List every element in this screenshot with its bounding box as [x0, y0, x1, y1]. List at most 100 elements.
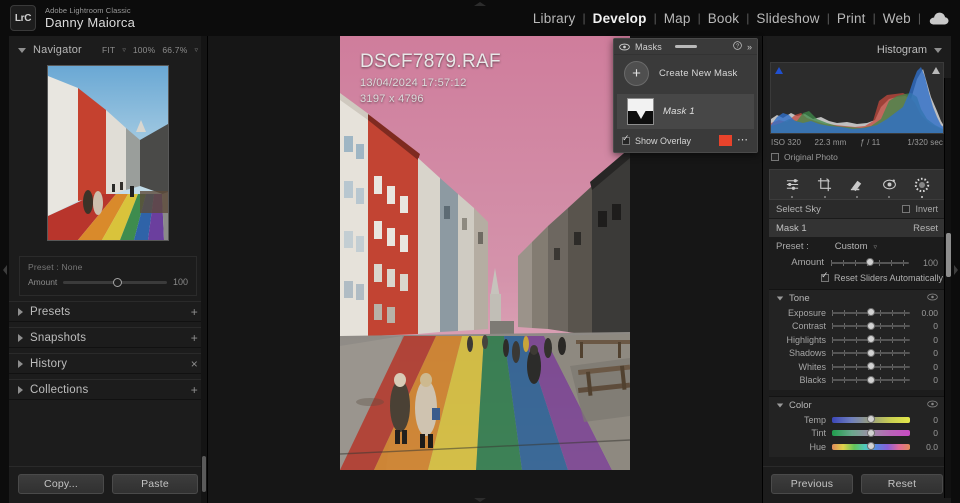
slider-track[interactable] [832, 442, 910, 451]
module-develop[interactable]: Develop [586, 11, 654, 26]
left-panel-scrollbar[interactable] [201, 36, 207, 503]
navigator-fit-dropdown-icon[interactable]: ▿ [122, 46, 126, 54]
chevron-double-right-icon[interactable]: » [747, 42, 752, 52]
tone-section-header[interactable]: Tone [769, 290, 945, 306]
module-print[interactable]: Print [830, 11, 873, 26]
slider-track[interactable] [832, 308, 910, 317]
mask-preset-row[interactable]: Preset : Custom ▿ [769, 239, 945, 254]
collections-add-icon[interactable]: + [191, 383, 198, 397]
module-slideshow[interactable]: Slideshow [749, 11, 826, 26]
slider-knob[interactable] [867, 442, 875, 451]
overlay-color-swatch[interactable] [719, 135, 732, 146]
slider-blacks[interactable]: Blacks 0 [769, 374, 945, 388]
slider-highlights[interactable]: Highlights 0 [769, 333, 945, 347]
invert-checkbox[interactable] [902, 205, 911, 213]
slider-knob[interactable] [867, 335, 875, 344]
masks-panel[interactable]: Masks ? » + Create New Mask Mask 1 Show … [613, 38, 758, 153]
reset-button[interactable]: Reset [861, 474, 943, 494]
spot-removal-icon[interactable] [846, 173, 868, 198]
slider-track[interactable] [832, 428, 910, 437]
slider-whites[interactable]: Whites 0 [769, 360, 945, 374]
reset-sliders-row[interactable]: Reset Sliders Automatically [769, 271, 945, 283]
help-icon[interactable]: ? [733, 41, 742, 52]
module-book[interactable]: Book [701, 11, 747, 26]
cloud-icon[interactable] [929, 12, 949, 25]
amount-slider-knob[interactable] [113, 277, 123, 287]
slider-temp[interactable]: Temp 0 [769, 413, 945, 427]
crop-overlay-icon[interactable] [814, 173, 836, 198]
navigator-thumbnail[interactable] [47, 65, 169, 241]
plus-icon[interactable]: + [624, 61, 649, 86]
slider-track[interactable] [832, 375, 910, 384]
module-map[interactable]: Map [657, 11, 698, 26]
masking-icon[interactable] [911, 173, 933, 198]
visibility-icon[interactable] [927, 293, 938, 304]
chevron-down-icon[interactable] [776, 403, 784, 407]
slider-knob[interactable] [867, 375, 875, 384]
show-overlay-row[interactable]: Show Overlay ⋯ [614, 129, 757, 152]
red-eye-icon[interactable] [878, 173, 900, 198]
mask-reset-button[interactable]: Reset [913, 223, 938, 234]
mask-amount-slider[interactable] [831, 258, 909, 266]
masks-panel-header[interactable]: Masks ? » [614, 39, 757, 55]
slider-track[interactable] [832, 415, 910, 424]
create-new-mask-button[interactable]: + Create New Mask [614, 61, 757, 94]
masks-panel-drag-handle[interactable] [674, 45, 697, 48]
slider-track[interactable] [832, 348, 910, 357]
slider-track[interactable] [832, 321, 910, 330]
slider-track[interactable] [832, 335, 910, 344]
slider-tint[interactable]: Tint 0 [769, 427, 945, 441]
navigator-fit-label[interactable]: FIT [102, 45, 115, 55]
show-overlay-checkbox[interactable] [622, 134, 630, 145]
histogram[interactable] [770, 62, 944, 134]
slider-knob[interactable] [866, 258, 874, 266]
slider-knob[interactable] [867, 415, 875, 424]
module-web[interactable]: Web [876, 11, 918, 26]
slider-knob[interactable] [867, 321, 875, 330]
eye-icon[interactable] [619, 38, 630, 56]
original-photo-row[interactable]: Original Photo [771, 152, 943, 162]
chevron-down-icon[interactable] [776, 296, 784, 300]
navigator-zoom-dropdown-icon[interactable]: ▿ [194, 46, 198, 54]
navigator-zoom-667[interactable]: 66.7% [162, 45, 187, 55]
slider-knob[interactable] [867, 428, 875, 437]
basic-adjust-icon[interactable] [781, 173, 803, 198]
slider-knob[interactable] [867, 362, 875, 371]
color-section-header[interactable]: Color [769, 397, 945, 413]
chevron-down-icon[interactable]: ▿ [873, 243, 877, 251]
presets-add-icon[interactable]: + [191, 305, 198, 319]
previous-button[interactable]: Previous [771, 474, 853, 494]
slider-exposure[interactable]: Exposure 0.00 [769, 306, 945, 320]
sidebar-item-history[interactable]: History × [9, 353, 207, 374]
original-photo-checkbox[interactable] [771, 153, 779, 161]
copy-button[interactable]: Copy... [18, 474, 104, 494]
bottom-panel-collapse-toggle[interactable] [474, 498, 486, 502]
mask-list-item[interactable]: Mask 1 [617, 94, 754, 129]
navigator-zoom-100[interactable]: 100% [133, 45, 156, 55]
left-panel-scrollbar-thumb[interactable] [202, 456, 206, 492]
top-panel-collapse-toggle[interactable] [463, 0, 497, 8]
right-panel-scrollbar[interactable] [944, 78, 951, 498]
shadow-clipping-indicator[interactable] [773, 65, 784, 76]
reset-sliders-checkbox[interactable] [821, 271, 829, 282]
slider-shadows[interactable]: Shadows 0 [769, 347, 945, 361]
more-options-icon[interactable]: ⋯ [737, 135, 749, 146]
module-library[interactable]: Library [526, 11, 583, 26]
paste-button[interactable]: Paste [112, 474, 198, 494]
right-panel-collapse-toggle[interactable] [951, 36, 960, 503]
mask-thumbnail[interactable] [627, 98, 654, 125]
slider-hue[interactable]: Hue 0.0 [769, 440, 945, 454]
snapshots-add-icon[interactable]: + [191, 331, 198, 345]
chevron-down-icon[interactable] [18, 47, 26, 53]
slider-knob[interactable] [867, 308, 875, 317]
photo-preview[interactable] [340, 36, 630, 470]
select-sky-row[interactable]: Select Sky Invert [769, 200, 945, 219]
sidebar-item-presets[interactable]: Presets + [9, 301, 207, 322]
sidebar-item-snapshots[interactable]: Snapshots + [9, 327, 207, 348]
mask-preset-value[interactable]: Custom [835, 241, 868, 252]
amount-slider[interactable] [63, 277, 167, 287]
visibility-icon[interactable] [927, 400, 938, 411]
chevron-down-icon[interactable] [934, 47, 942, 53]
highlight-clipping-indicator[interactable] [930, 65, 941, 76]
sidebar-item-collections[interactable]: Collections + [9, 379, 207, 400]
